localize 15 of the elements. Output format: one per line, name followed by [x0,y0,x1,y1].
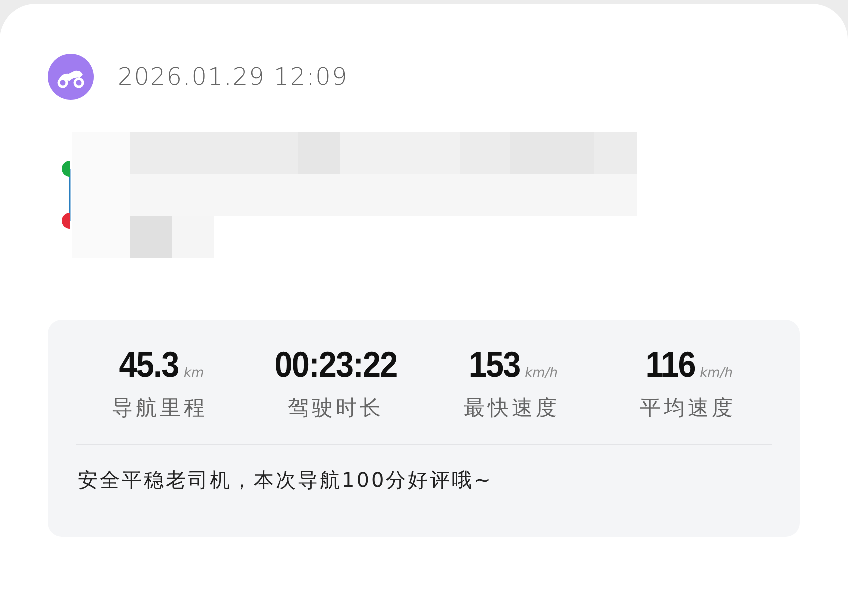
stat-unit: km [184,366,204,381]
trip-comment: 安全平稳老司机，本次导航100分好评哦~ [78,467,494,494]
stat-label: 平均速度 [640,395,736,422]
stat-label: 驾驶时长 [288,395,384,422]
stat-label: 导航里程 [112,395,208,422]
stat-value: 116 [646,344,696,386]
stat-value: 153 [468,344,520,386]
stat-label: 最快速度 [464,395,560,422]
stat-value: 00:23:22 [274,344,398,386]
motorcycle-icon [48,54,94,100]
stat-unit: km/h [525,366,558,381]
trip-datetime: 2026.01.29 12:09 [118,63,348,91]
stat-value: 45.3 [119,344,179,386]
stat-unit: km/h [700,366,733,381]
route-icon [60,161,72,229]
